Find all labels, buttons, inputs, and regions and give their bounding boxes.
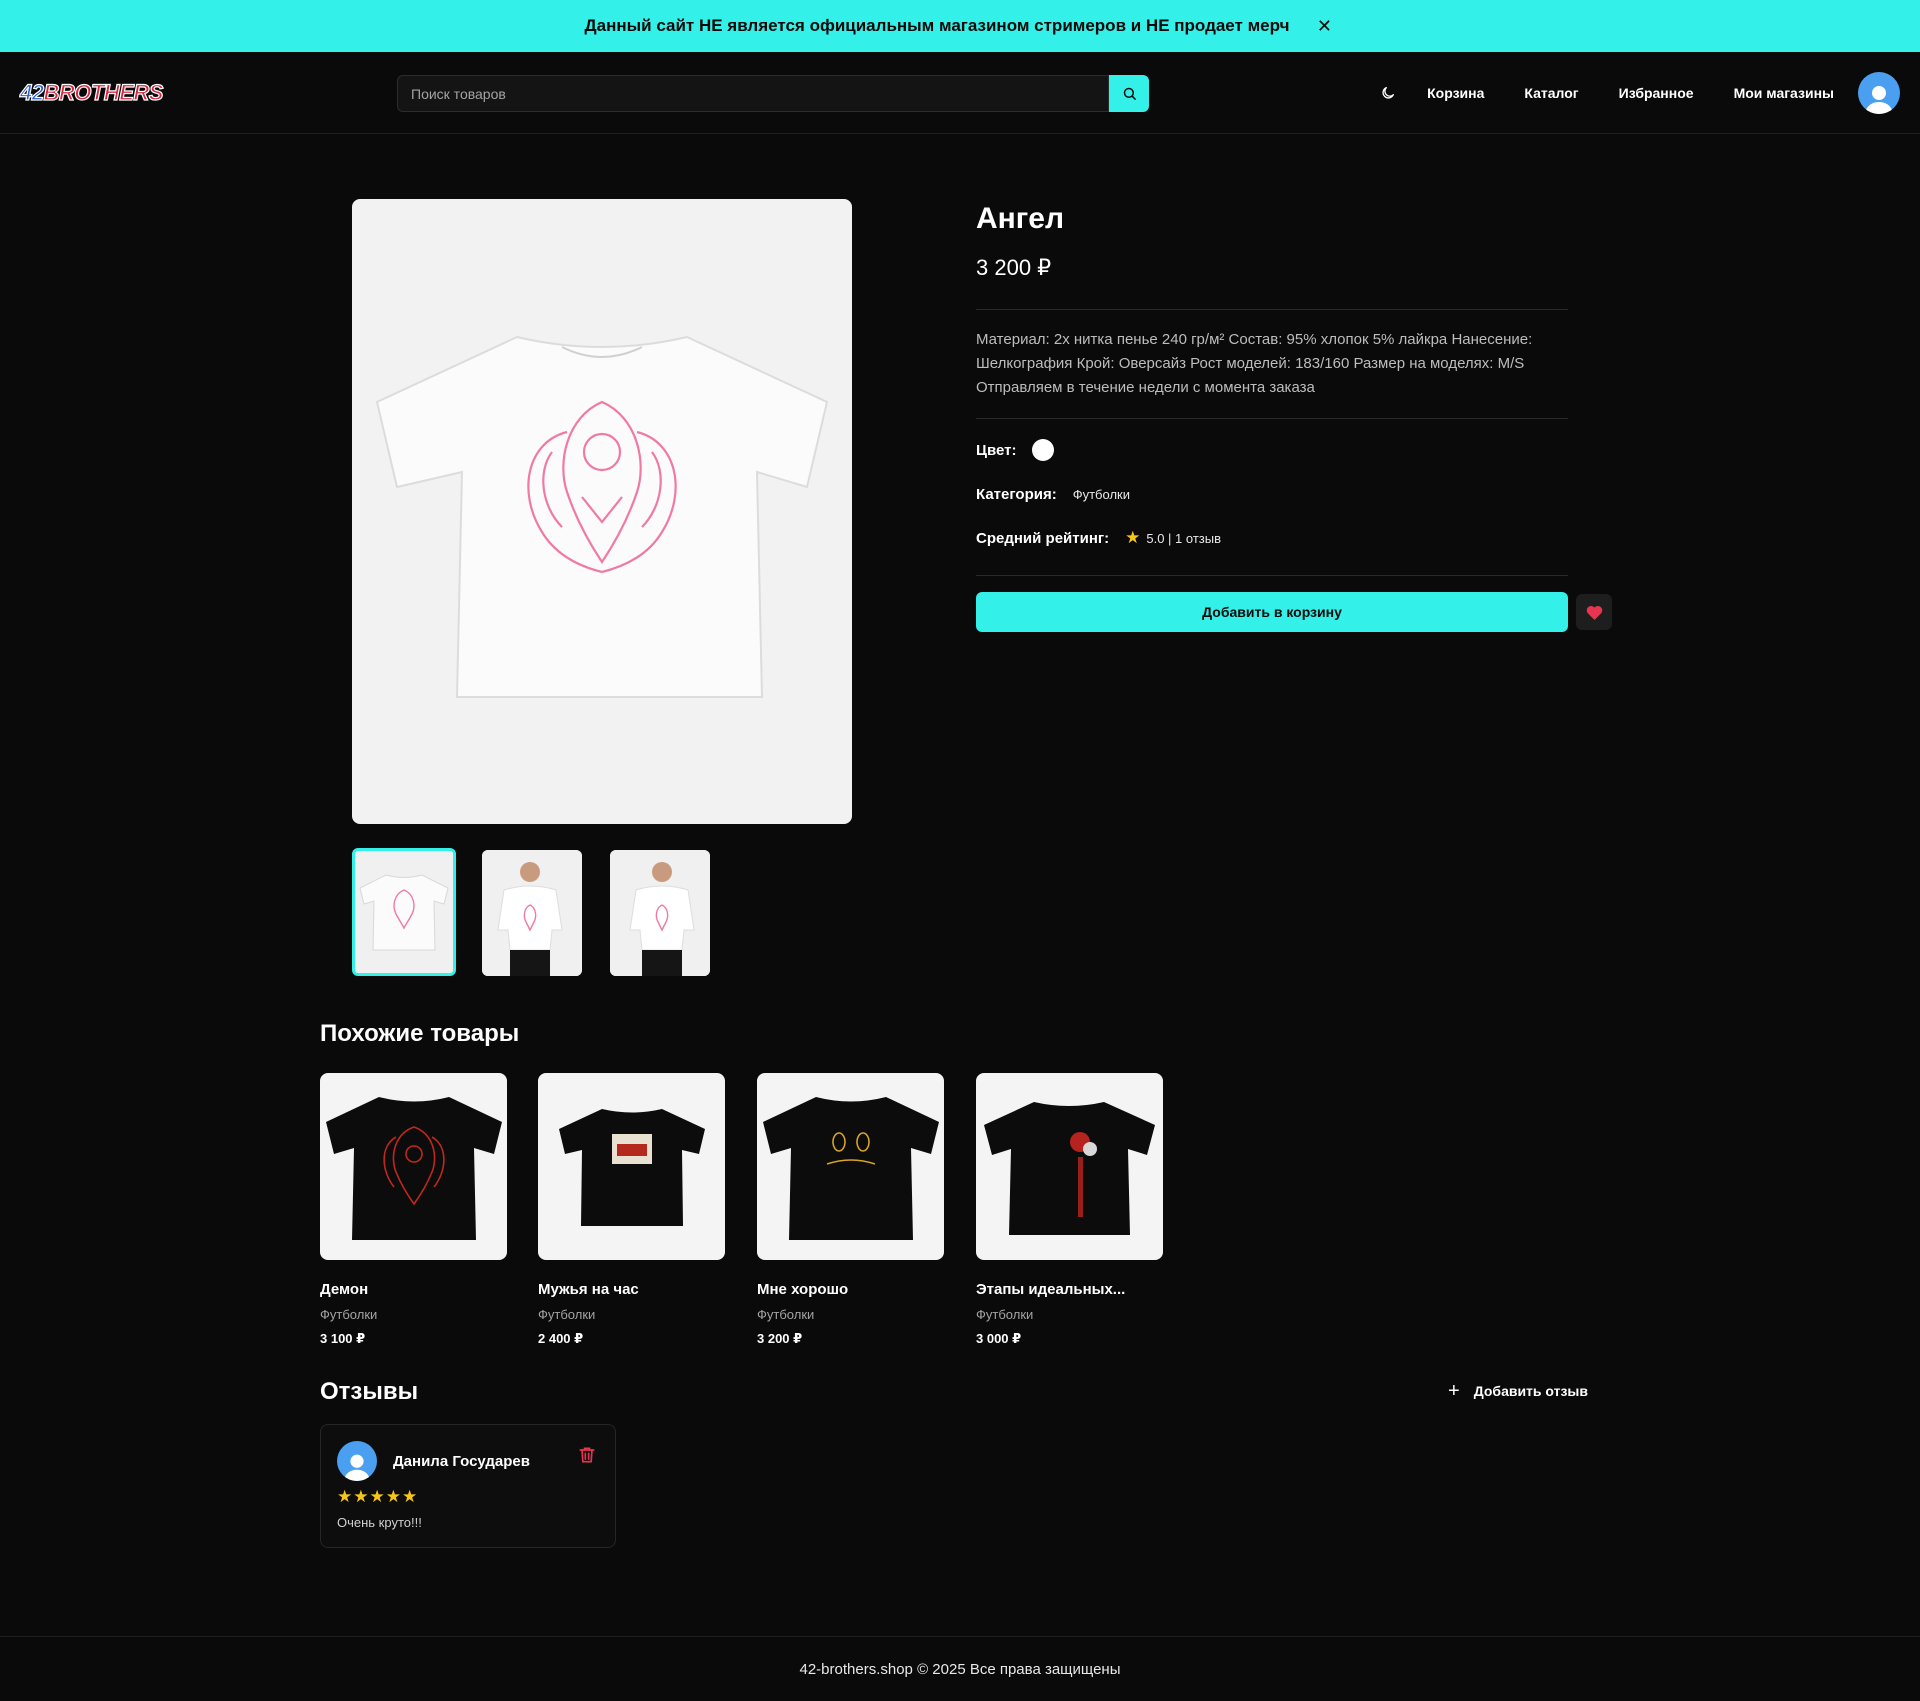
thumbnail-1[interactable] — [352, 848, 456, 976]
product-info: Ангел 3 200 ₽ Материал: 2х нитка пенье 2… — [976, 199, 1612, 632]
product-card-price: 3 100 ₽ — [320, 1331, 366, 1346]
reviewer-name: Данила Государев — [393, 1453, 530, 1470]
reviews-section-title: Отзывы — [320, 1378, 419, 1405]
product-card-name: Демон — [320, 1281, 369, 1298]
model-photo-thumbnail — [482, 850, 582, 976]
category-label: Категория: — [976, 485, 1057, 503]
add-review-button[interactable]: + Добавить отзыв — [1448, 1378, 1588, 1404]
tshirt-thumbnail — [359, 874, 449, 951]
rating-text: 5.0 | 1 отзыв — [1146, 530, 1221, 546]
tshirt-image — [984, 1101, 1155, 1235]
color-swatch-white[interactable] — [1032, 439, 1055, 461]
footer-copyright: 42-brothers.shop © 2025 Все права защище… — [799, 1660, 1121, 1678]
category-row: Категория: Футболки — [976, 481, 1568, 507]
tshirt-image — [558, 1109, 705, 1226]
user-icon — [343, 1454, 371, 1481]
divider — [976, 575, 1568, 576]
product-main-image — [352, 199, 852, 824]
product-card-name: Мужья на час — [538, 1281, 639, 1298]
logo-word: BROTHERS — [43, 79, 164, 105]
search-icon — [1123, 87, 1136, 100]
rating-row: Средний рейтинг: ★ 5.0 | 1 отзыв — [976, 525, 1568, 551]
product-card-category: Футболки — [320, 1307, 378, 1322]
nav-catalog-link[interactable]: Каталог — [1524, 85, 1578, 101]
reviewer-avatar — [337, 1441, 377, 1481]
divider — [976, 418, 1568, 419]
product-description: Материал: 2х нитка пенье 240 гр/м² Соста… — [976, 331, 1533, 396]
user-icon — [1865, 86, 1893, 114]
search-input[interactable] — [397, 75, 1109, 112]
tshirt-image — [325, 1096, 502, 1240]
user-avatar[interactable] — [1858, 72, 1900, 114]
rating-label: Средний рейтинг: — [976, 529, 1110, 547]
heart-icon — [1586, 605, 1602, 620]
thumbnail-3[interactable] — [610, 850, 710, 976]
search-button[interactable] — [1109, 75, 1149, 112]
site-header: 42BROTHERS Корзина Каталог Избранное Мои… — [0, 52, 1920, 134]
logo[interactable]: 42BROTHERS — [19, 79, 164, 106]
product-card-image — [976, 1073, 1163, 1260]
trash-icon — [579, 1447, 595, 1463]
info-banner: Данный сайт НЕ является официальным мага… — [0, 0, 1920, 52]
product-card-image — [757, 1073, 944, 1260]
thumbnail-2[interactable] — [482, 850, 582, 976]
star-icon: ★ — [1125, 528, 1141, 547]
product-card-price: 2 400 ₽ — [538, 1331, 584, 1346]
product-card[interactable]: Мужья на час Футболки 2 400 ₽ — [538, 1073, 725, 1348]
favorite-button[interactable] — [1576, 594, 1612, 630]
product-card-category: Футболки — [538, 1307, 596, 1322]
tshirt-image — [375, 335, 829, 698]
divider — [976, 309, 1568, 310]
product-card-price: 3 200 ₽ — [757, 1331, 803, 1346]
moon-icon — [1382, 87, 1395, 99]
add-review-label: Добавить отзыв — [1473, 1383, 1588, 1399]
site-footer: 42-brothers.shop © 2025 Все права защище… — [0, 1636, 1920, 1701]
product-card[interactable]: Этапы идеальных... Футболки 3 000 ₽ — [976, 1073, 1163, 1348]
category-value[interactable]: Футболки — [1073, 487, 1130, 502]
product-card-image — [538, 1073, 725, 1260]
add-to-cart-button[interactable]: Добавить в корзину — [976, 592, 1568, 632]
close-icon[interactable]: ✕ — [1313, 15, 1335, 37]
product-title: Ангел — [976, 202, 1065, 235]
product-card[interactable]: Демон Футболки 3 100 ₽ — [320, 1073, 507, 1348]
color-row: Цвет: — [976, 437, 1568, 463]
rating-summary: ★ 5.0 | 1 отзыв — [1125, 528, 1221, 548]
nav-favorites-link[interactable]: Избранное — [1619, 85, 1694, 101]
product-card-name: Мне хорошо — [757, 1281, 849, 1298]
product-card-price: 3 000 ₽ — [976, 1331, 1022, 1346]
review-stars: ★★★★★ — [337, 1487, 419, 1506]
product-card-name: Этапы идеальных... — [976, 1281, 1126, 1298]
theme-toggle-button[interactable] — [1373, 78, 1403, 108]
main-nav: Корзина Каталог Избранное Мои магазины — [1373, 70, 1900, 116]
nav-cart-link[interactable]: Корзина — [1427, 85, 1484, 101]
plus-icon: + — [1448, 1379, 1460, 1402]
buy-row: Добавить в корзину — [976, 592, 1612, 632]
review-text: Очень круто!!! — [337, 1515, 422, 1530]
search-bar — [397, 75, 1149, 112]
product-card-image — [320, 1073, 507, 1260]
similar-section-title: Похожие товары — [320, 1020, 520, 1047]
banner-text: Данный сайт НЕ является официальным мага… — [584, 16, 1290, 35]
product-card[interactable]: Мне хорошо Футболки 3 200 ₽ — [757, 1073, 944, 1348]
nav-my-shops-link[interactable]: Мои магазины — [1734, 85, 1834, 101]
model-photo-thumbnail — [610, 850, 710, 976]
product-card-category: Футболки — [757, 1307, 815, 1322]
product-price: 3 200 ₽ — [976, 255, 1052, 280]
delete-review-button[interactable] — [577, 1445, 599, 1467]
tshirt-image — [762, 1096, 939, 1240]
product-card-category: Футболки — [976, 1307, 1034, 1322]
review-card: Данила Государев ★★★★★ Очень круто!!! — [320, 1424, 616, 1548]
color-label: Цвет: — [976, 441, 1017, 459]
logo-number: 42 — [19, 79, 44, 105]
